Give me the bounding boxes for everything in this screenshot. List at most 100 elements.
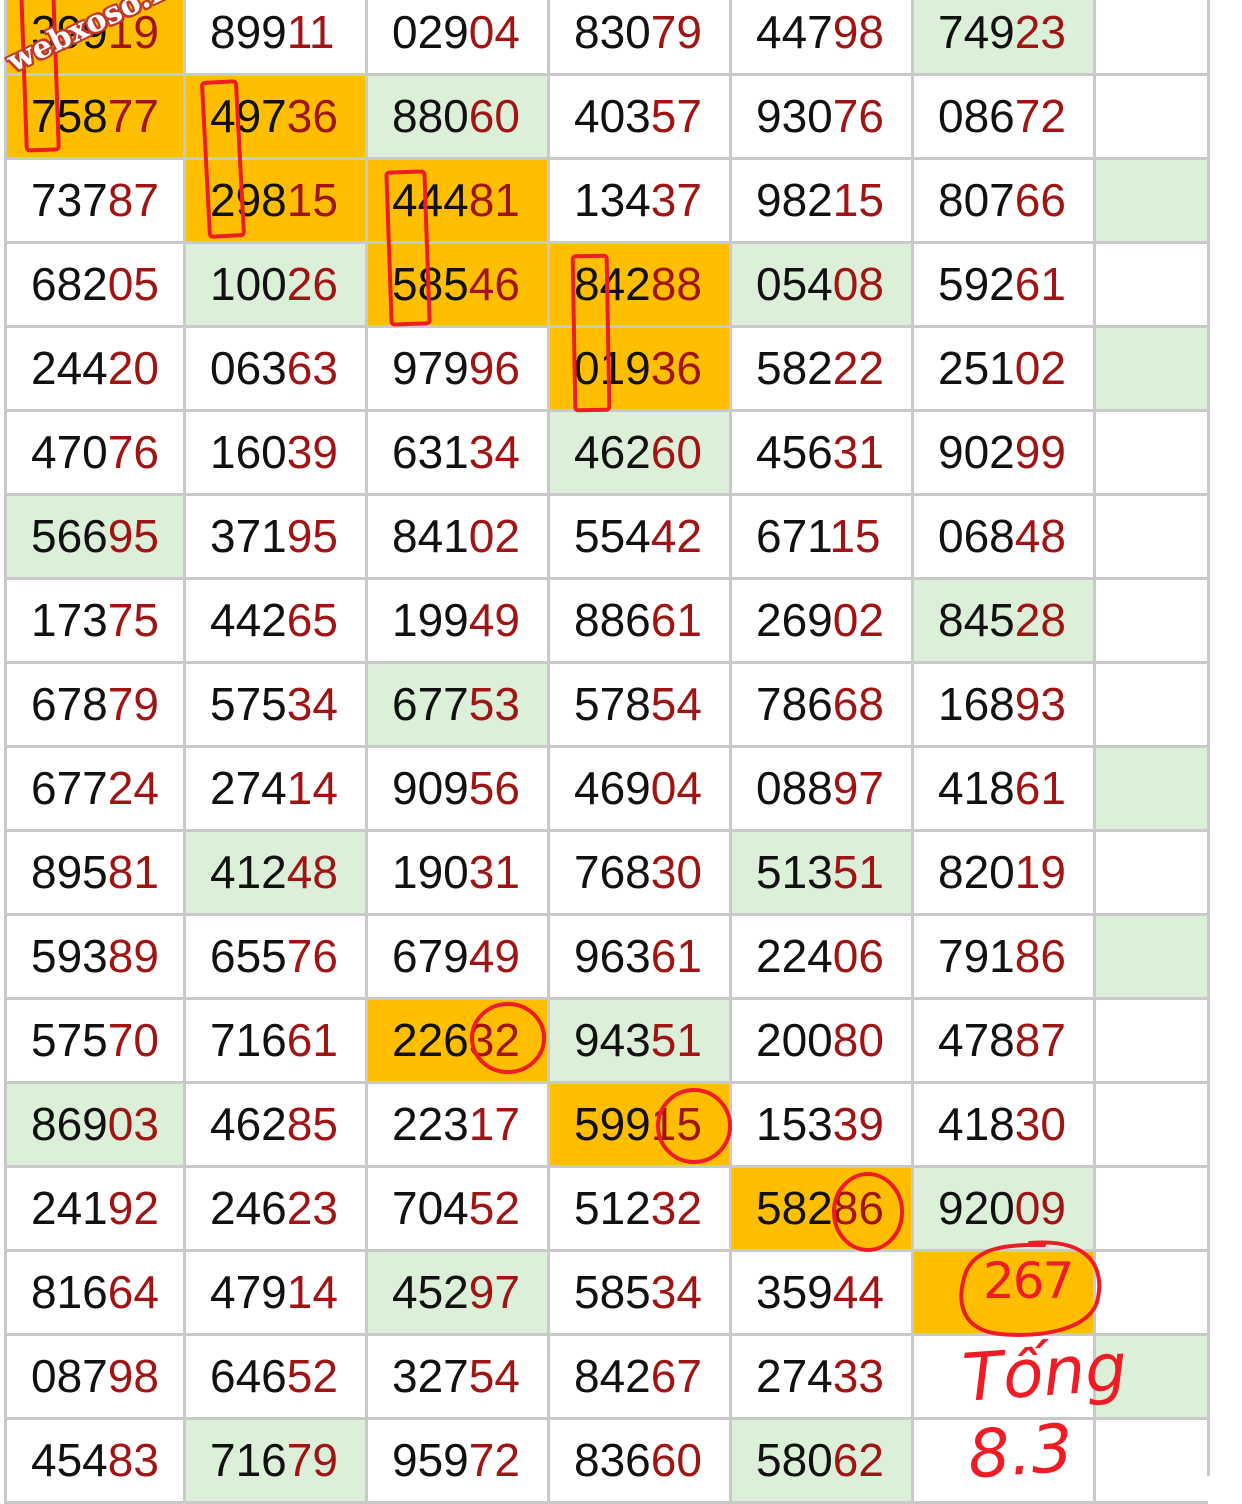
number-tail: 05 [107,258,159,310]
result-cell: 95972 [368,1420,550,1504]
result-cell: 24420 [4,328,186,412]
result-cell: 80766 [914,160,1096,244]
number-head: 086 [938,90,1015,142]
number-tail: 66 [1014,174,1066,226]
number-head: 244 [31,342,108,394]
result-cell: 83660 [550,1420,732,1504]
number-head: 087 [31,1350,108,1402]
number-head: 241 [31,1182,108,1234]
result-cell: 13437 [550,160,732,244]
result-cell: 16893 [914,664,1096,748]
result-cell: 79186 [914,916,1096,1000]
result-cell: 19031 [368,832,550,916]
number-tail: 36 [650,342,702,394]
number-tail: 62 [832,1434,884,1486]
result-cell: 84288 [550,244,732,328]
number-head: 716 [210,1434,287,1486]
number-tail: 34 [286,678,338,730]
number-tail: 23 [286,1182,338,1234]
result-cell: 90299 [914,412,1096,496]
number-head: 716 [210,1014,287,1066]
number-head: 554 [574,510,651,562]
number-head: 456 [756,426,833,478]
number-head: 359 [756,1266,833,1318]
number-head: 200 [756,1014,833,1066]
number-head: 269 [756,594,833,646]
result-cell: 88060 [368,76,550,160]
number-head: 442 [210,594,287,646]
number-tail: 20 [107,342,159,394]
result-cell: 81664 [4,1252,186,1336]
number-head: 478 [938,1014,1015,1066]
result-cell: 15339 [732,1084,914,1168]
number-tail: 30 [650,846,702,898]
number-head: 704 [392,1182,469,1234]
number-tail: 15 [650,1098,702,1150]
number-tail: 95 [107,510,159,562]
number-head: 566 [31,510,108,562]
result-cell: 82019 [914,832,1096,916]
result-cell: 27433 [732,1336,914,1420]
result-cell: 01936 [550,328,732,412]
number-tail: 75 [107,594,159,646]
result-cell: 92009 [914,1168,1096,1252]
number-head: 585 [392,258,469,310]
number-tail: 83 [107,1434,159,1486]
result-cell: 88661 [550,580,732,664]
number-tail: 70 [107,1014,159,1066]
result-cell: 57570 [4,1000,186,1084]
result-cell: 41830 [914,1084,1096,1168]
number-head: 791 [938,930,1015,982]
number-head: 599 [574,1098,651,1150]
number-tail: 15 [286,174,338,226]
result-cell: 06363 [186,328,368,412]
number-head: 880 [392,90,469,142]
number-head: 454 [31,1434,108,1486]
result-cell: 27414 [186,748,368,832]
number-head: 418 [938,762,1015,814]
number-tail: 86 [832,1182,884,1234]
result-cell: 90956 [368,748,550,832]
number-head: 246 [210,1182,287,1234]
number-head: 168 [938,678,1015,730]
result-cell: 24623 [186,1168,368,1252]
number-head: 786 [756,678,833,730]
number-head: 575 [210,678,287,730]
number-head: 019 [574,342,651,394]
number-tail: 48 [1014,510,1066,562]
number-head: 173 [31,594,108,646]
number-head: 088 [756,762,833,814]
number-tail: 26 [286,258,338,310]
number-head: 671 [756,510,830,562]
number-head: 223 [392,1098,469,1150]
number-head: 469 [574,762,651,814]
number-tail: 81 [468,174,520,226]
extra-column-cell [1096,748,1208,832]
extra-column-cell [1096,412,1208,496]
result-cell: 71679 [186,1420,368,1504]
number-tail: 48 [286,846,338,898]
result-cell: 45631 [732,412,914,496]
number-head: 512 [574,1182,651,1234]
number-head: 899 [210,6,287,58]
number-head: 842 [574,258,651,310]
number-head: 816 [31,1266,108,1318]
number-tail: 77 [107,90,159,142]
result-cell: 51351 [732,832,914,916]
number-tail: 37 [650,174,702,226]
number-tail: 02 [832,594,884,646]
result-cell: 70452 [368,1168,550,1252]
number-tail: 34 [468,426,520,478]
number-head: 447 [756,6,833,58]
result-cell: 45483 [4,1420,186,1504]
number-head: 199 [392,594,469,646]
result-cell: 67879 [4,664,186,748]
number-tail: 19 [1014,846,1066,898]
number-tail: 04 [650,762,702,814]
result-cell: 76830 [550,832,732,916]
number-tail: 76 [107,426,159,478]
result-cell: 89911 [186,0,368,76]
extra-column-cell [1096,832,1208,916]
result-cell: 47076 [4,412,186,496]
extra-column-cell [1096,1000,1208,1084]
